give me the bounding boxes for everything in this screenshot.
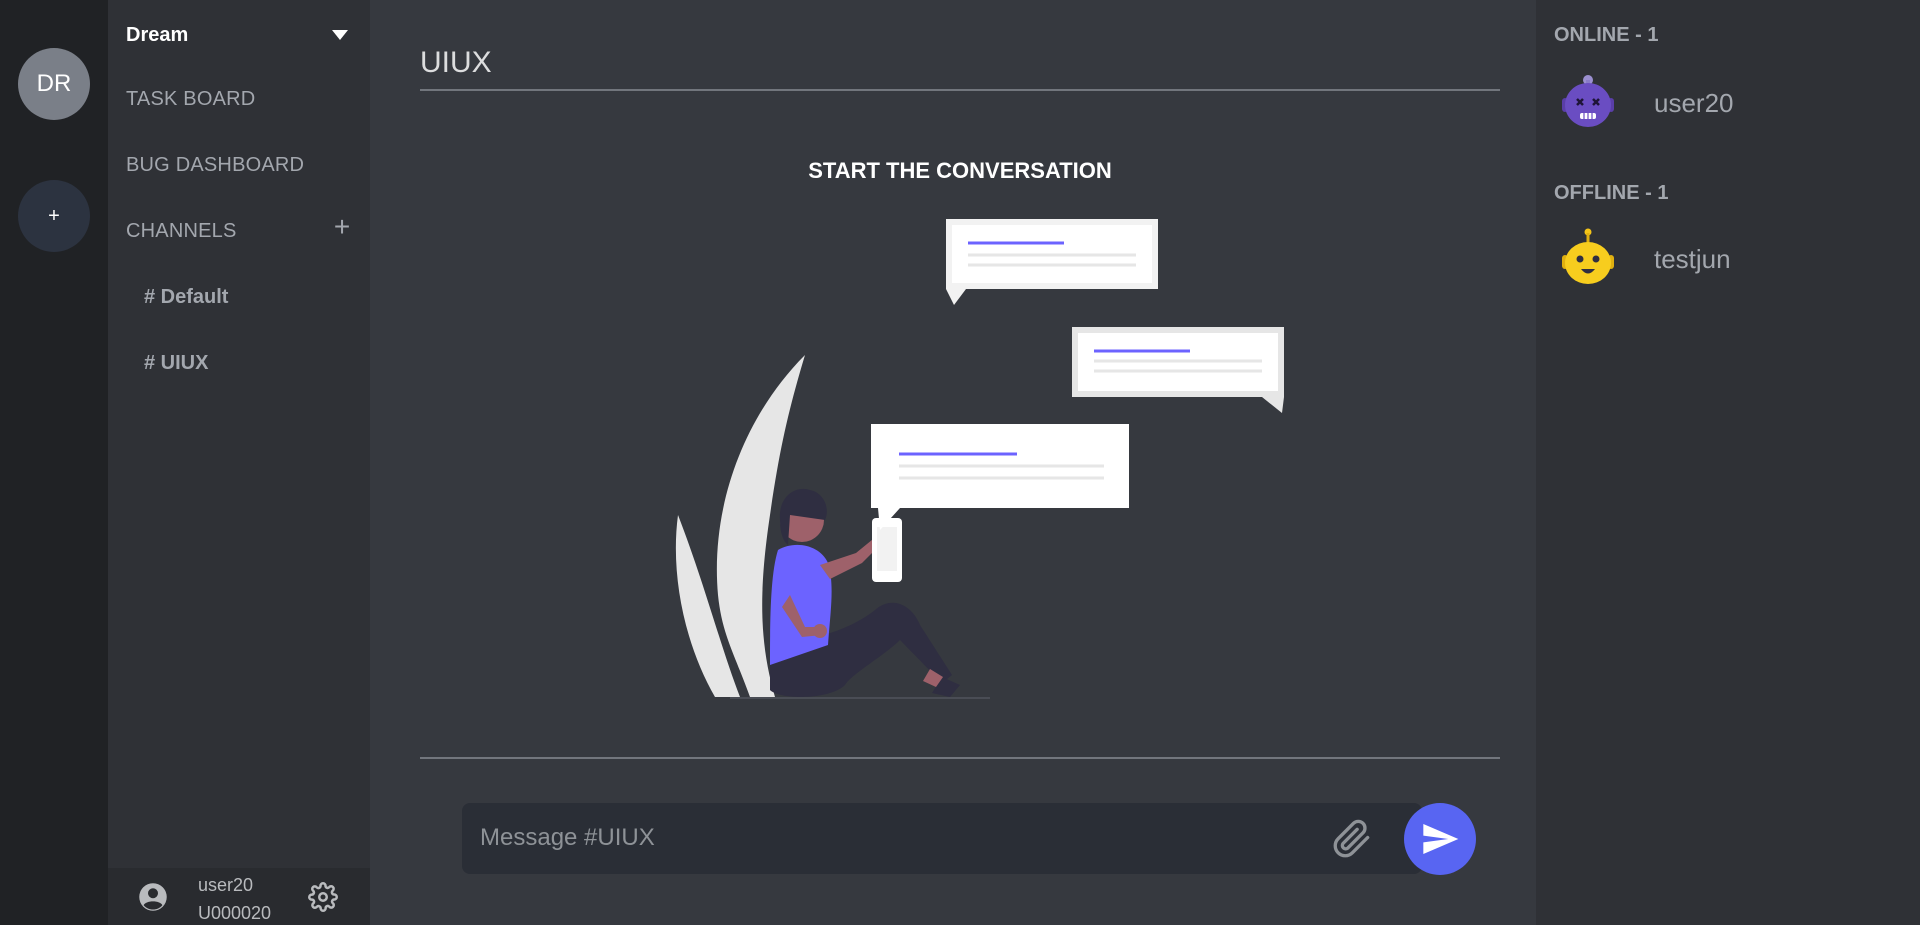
purple-robot-icon [1562,75,1614,127]
add-server-button[interactable]: + [18,180,90,252]
yellow-robot-icon [1562,228,1614,284]
caret-down-icon [332,30,348,40]
message-input[interactable] [480,813,1280,863]
add-channel-button[interactable]: + [330,212,354,242]
composer-divider [420,757,1500,759]
offline-group-title: OFFLINE - 1 [1554,182,1669,204]
plus-icon: + [48,204,60,227]
conversation-illustration [675,219,1284,699]
message-composer [462,803,1422,874]
nav-task-board[interactable]: TASK BOARD [126,88,255,111]
paperclip-icon[interactable] [1332,819,1372,859]
channel-item-default[interactable]: # Default [144,286,228,309]
channel-item-uiux[interactable]: # UIUX [144,352,208,375]
member-item-testjun[interactable]: testjun [1560,228,1900,288]
member-name: user20 [1654,88,1734,118]
member-name: testjun [1654,244,1731,274]
server-menu-button[interactable]: Dream [126,20,352,50]
current-user-id: U000020 [198,903,272,923]
gear-icon[interactable] [308,882,338,912]
empty-state-title: START THE CONVERSATION [808,158,1112,183]
member-item-user20[interactable]: user20 [1560,72,1900,132]
channel-title: UIUX [420,46,492,79]
server-dream-button[interactable]: DR [18,48,90,120]
online-group-title: ONLINE - 1 [1554,24,1659,46]
user-panel: user20 U000020 [108,868,370,925]
channels-header: CHANNELS [126,220,237,242]
send-button[interactable] [1404,803,1476,875]
member-list: ONLINE - 1 user20 OFFLINE - 1 testjun [1536,0,1920,925]
nav-bug-dashboard[interactable]: BUG DASHBOARD [126,154,304,177]
send-icon [1423,824,1459,854]
server-name: Dream [126,23,189,46]
chat-main: UIUX START THE CONVERSATION [370,0,1536,925]
channel-sidebar: Dream TASK BOARD BUG DASHBOARD CHANNELS … [108,0,370,925]
title-divider [420,89,1500,91]
server-rail: DR + [0,0,108,925]
current-username: user20 [198,875,254,895]
server-initials: DR [36,70,72,97]
user-avatar-icon [139,883,167,911]
